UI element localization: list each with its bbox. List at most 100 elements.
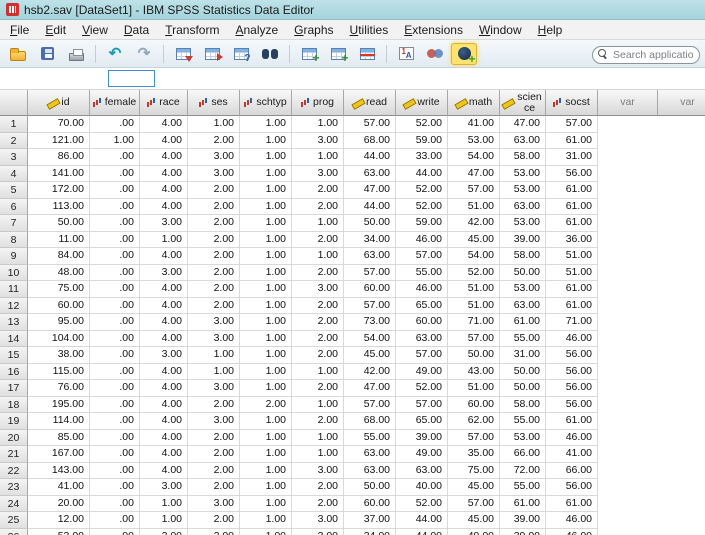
cell[interactable]: 55.00 (500, 331, 546, 348)
cell[interactable]: 76.00 (28, 380, 90, 397)
cell[interactable]: 1.00 (240, 182, 292, 199)
cell[interactable] (598, 364, 658, 381)
column-header-var[interactable]: var (598, 90, 658, 116)
cell[interactable]: 45.00 (448, 479, 500, 496)
cell[interactable]: 42.00 (344, 364, 396, 381)
cell[interactable]: .00 (90, 298, 140, 315)
cell[interactable]: 33.00 (396, 149, 448, 166)
cell[interactable]: 63.00 (500, 298, 546, 315)
cell[interactable] (658, 232, 705, 249)
cell[interactable]: 40.00 (396, 479, 448, 496)
cell[interactable]: 2.00 (188, 397, 240, 414)
cell[interactable]: 4.00 (140, 116, 188, 133)
cell[interactable] (598, 314, 658, 331)
cell[interactable]: 4.00 (140, 166, 188, 183)
cell[interactable]: 51.00 (546, 265, 598, 282)
cell[interactable]: 55.00 (500, 479, 546, 496)
cell[interactable] (658, 463, 705, 480)
cell[interactable]: 53.00 (500, 215, 546, 232)
column-header-race[interactable]: race (140, 90, 188, 116)
cell[interactable]: 2.00 (188, 529, 240, 535)
cell[interactable]: 3.00 (292, 463, 344, 480)
cell[interactable]: 39.00 (500, 232, 546, 249)
cell[interactable]: 49.00 (396, 364, 448, 381)
cell[interactable]: 3.00 (140, 479, 188, 496)
cell[interactable]: .00 (90, 529, 140, 535)
cell[interactable]: 57.00 (448, 182, 500, 199)
row-number[interactable]: 5 (0, 182, 28, 199)
cell[interactable] (598, 430, 658, 447)
cell[interactable]: 56.00 (546, 347, 598, 364)
cell[interactable]: 50.00 (344, 479, 396, 496)
cell[interactable] (658, 413, 705, 430)
cell[interactable] (598, 133, 658, 150)
cell[interactable]: 50.00 (344, 215, 396, 232)
cell[interactable]: 12.00 (28, 512, 90, 529)
cell[interactable]: 3.00 (188, 496, 240, 513)
cell[interactable]: 56.00 (546, 364, 598, 381)
cell[interactable]: 3.00 (292, 133, 344, 150)
cell[interactable]: 1.00 (140, 232, 188, 249)
cell[interactable]: 47.00 (448, 166, 500, 183)
cell[interactable]: 1.00 (240, 265, 292, 282)
cell[interactable]: 2.00 (188, 463, 240, 480)
column-header-socst[interactable]: socst (546, 90, 598, 116)
cell[interactable]: 2.00 (188, 133, 240, 150)
cell[interactable] (658, 347, 705, 364)
cell[interactable]: 34.00 (344, 232, 396, 249)
cell[interactable]: .00 (90, 446, 140, 463)
cell[interactable]: 172.00 (28, 182, 90, 199)
cell[interactable] (598, 199, 658, 216)
cell[interactable]: 56.00 (546, 479, 598, 496)
row-number[interactable]: 1 (0, 116, 28, 133)
cell[interactable]: 57.00 (396, 347, 448, 364)
cell[interactable]: 44.00 (396, 512, 448, 529)
cell[interactable]: 4.00 (140, 380, 188, 397)
row-number[interactable]: 16 (0, 364, 28, 381)
cell[interactable]: 2.00 (188, 512, 240, 529)
cell[interactable]: 57.00 (546, 116, 598, 133)
cell[interactable]: 1.00 (292, 116, 344, 133)
cell[interactable] (598, 347, 658, 364)
cell[interactable]: 61.00 (546, 281, 598, 298)
column-header-math[interactable]: math (448, 90, 500, 116)
cell[interactable]: 63.00 (344, 446, 396, 463)
column-header-read[interactable]: read (344, 90, 396, 116)
cell[interactable]: 31.00 (500, 347, 546, 364)
cell[interactable]: 41.00 (28, 479, 90, 496)
cell[interactable]: 85.00 (28, 430, 90, 447)
cell[interactable]: 61.00 (546, 298, 598, 315)
row-number[interactable]: 11 (0, 281, 28, 298)
cell[interactable]: 44.00 (344, 149, 396, 166)
cell[interactable]: 63.00 (396, 463, 448, 480)
cell[interactable]: 2.00 (188, 215, 240, 232)
cell[interactable]: 46.00 (546, 331, 598, 348)
cell[interactable]: 3.00 (292, 166, 344, 183)
cell[interactable]: 1.00 (240, 215, 292, 232)
cell[interactable]: 1.00 (240, 380, 292, 397)
cell[interactable]: 44.00 (344, 199, 396, 216)
cell[interactable]: .00 (90, 265, 140, 282)
cell[interactable]: 1.00 (292, 364, 344, 381)
cell[interactable] (598, 512, 658, 529)
cell[interactable]: 63.00 (396, 331, 448, 348)
cell[interactable]: 1.00 (240, 430, 292, 447)
cell[interactable]: 57.00 (344, 116, 396, 133)
cell[interactable]: 53.00 (500, 182, 546, 199)
cell[interactable]: .00 (90, 314, 140, 331)
menu-data[interactable]: Data (116, 20, 157, 39)
cell[interactable] (658, 215, 705, 232)
cell-reference-box[interactable] (108, 70, 155, 87)
row-number[interactable]: 26 (0, 529, 28, 535)
cell[interactable]: 2.00 (292, 479, 344, 496)
row-number[interactable]: 17 (0, 380, 28, 397)
cell[interactable]: 46.00 (396, 281, 448, 298)
cell[interactable]: .00 (90, 331, 140, 348)
cell[interactable]: 57.00 (344, 265, 396, 282)
cell[interactable]: 1.00 (240, 496, 292, 513)
cell[interactable] (598, 463, 658, 480)
row-number[interactable]: 9 (0, 248, 28, 265)
cell[interactable]: 52.00 (396, 116, 448, 133)
cell[interactable]: 35.00 (448, 446, 500, 463)
cell[interactable]: 1.00 (240, 199, 292, 216)
